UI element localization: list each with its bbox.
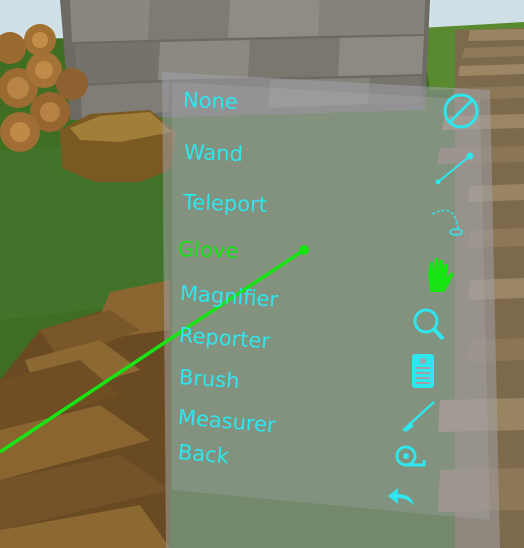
teleport-arc-icon[interactable] <box>426 200 472 242</box>
menu-item-back[interactable]: Back <box>177 440 230 468</box>
magnifier-icon[interactable] <box>406 304 452 346</box>
brush-icon[interactable] <box>396 396 442 438</box>
tape-measure-icon[interactable] <box>388 438 434 480</box>
pointer-dot <box>299 245 309 255</box>
glove-icon[interactable] <box>416 254 462 296</box>
back-arrow-icon[interactable] <box>384 476 430 518</box>
menu-item-none[interactable]: None <box>183 88 239 114</box>
menu-item-brush[interactable]: Brush <box>178 365 240 393</box>
no-tool-icon[interactable] <box>438 90 484 132</box>
reporter-icon[interactable] <box>400 350 446 392</box>
menu-item-teleport[interactable]: Teleport <box>183 190 268 217</box>
menu-item-wand[interactable]: Wand <box>184 140 244 166</box>
wand-icon[interactable] <box>430 148 476 190</box>
menu-item-glove[interactable]: Glove <box>178 237 239 263</box>
